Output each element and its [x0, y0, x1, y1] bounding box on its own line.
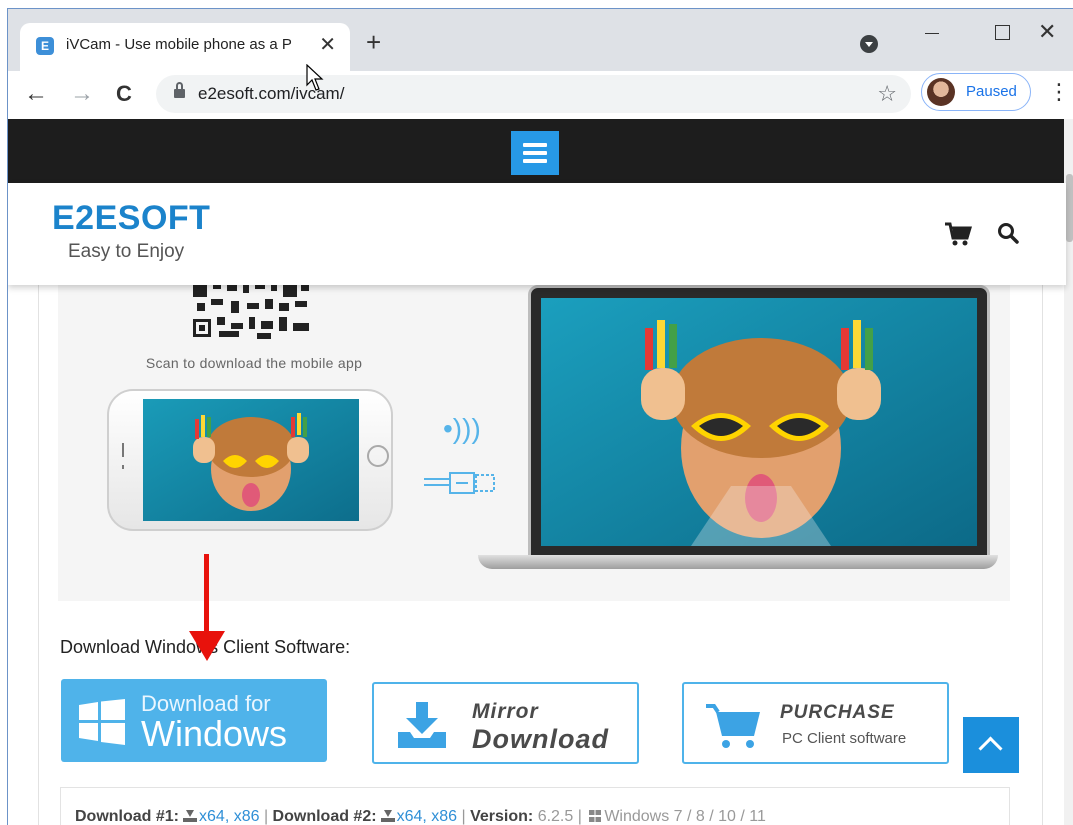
address-bar[interactable]: e2esoft.com/ivcam/ ☆: [156, 75, 911, 113]
mirror-line1: Mirror: [472, 700, 539, 723]
web-page: E2ESOFT Easy to Enjoy Scan to download t…: [8, 119, 1073, 825]
bookmark-star-icon[interactable]: ☆: [877, 81, 897, 107]
laptop-base: [478, 555, 998, 569]
purchase-button[interactable]: PURCHASE PC Client software: [682, 682, 949, 764]
avatar: [927, 78, 955, 106]
scan-instructions: Scan to download the mobile app: [145, 355, 363, 371]
e2esoft-favicon-icon: E: [36, 37, 54, 55]
hero-illustration: Scan to download the mobile app •))): [58, 273, 1010, 601]
download1-x86-link[interactable]: x86: [234, 808, 260, 825]
download-windows-line2: Windows: [141, 713, 288, 754]
child-photo-small: [143, 399, 359, 521]
phone-home-button-icon: [367, 445, 389, 467]
red-arrow-head-icon: [189, 631, 225, 661]
tab-close-icon[interactable]: ✕: [319, 34, 336, 56]
close-window-button[interactable]: ✕: [1038, 19, 1056, 45]
hamburger-menu-icon[interactable]: [511, 131, 559, 175]
browser-window: E iVCam - Use mobile phone as a P ✕ + ✕ …: [7, 8, 1073, 825]
download2-label: Download #2:: [272, 808, 377, 825]
scrollbar-thumb[interactable]: [1066, 174, 1073, 242]
mirror-download-button[interactable]: Mirror Download: [372, 682, 639, 764]
laptop-illustration: [478, 277, 998, 577]
windows-versions: Windows 7 / 8 / 10 / 11: [604, 808, 766, 825]
phone-illustration: [107, 389, 393, 531]
tab-search-icon[interactable]: [860, 35, 878, 53]
download2-x86-link[interactable]: x86: [431, 808, 457, 825]
search-icon[interactable]: [996, 221, 1020, 245]
usb-connection-icon: [424, 472, 495, 494]
site-top-bar: [8, 119, 1073, 183]
browser-menu-icon[interactable]: ⋮: [1048, 79, 1070, 105]
download-tray-icon: [398, 702, 446, 748]
wireless-signal-icon: •))): [443, 413, 481, 444]
red-arrow-annotation: [204, 554, 209, 639]
windows-logo-icon: [79, 699, 125, 745]
site-header: E2ESOFT Easy to Enjoy: [8, 183, 1066, 285]
lock-icon[interactable]: [174, 82, 185, 99]
windows-small-icon: [589, 810, 602, 822]
version-label: Version:: [470, 808, 534, 825]
profile-status: Paused: [966, 83, 1017, 100]
download-icon: [380, 810, 395, 822]
download1-x64-link[interactable]: x64: [199, 808, 225, 825]
new-tab-button[interactable]: +: [366, 29, 381, 55]
forward-arrow-icon[interactable]: →: [70, 81, 94, 107]
site-tagline: Easy to Enjoy: [68, 241, 185, 262]
browser-tab[interactable]: E iVCam - Use mobile phone as a P ✕: [20, 23, 350, 71]
download2-x64-link[interactable]: x64: [397, 808, 423, 825]
download-icon: [183, 810, 198, 822]
child-photo-large: [541, 298, 977, 546]
profile-button[interactable]: Paused: [921, 73, 1031, 111]
cart-icon[interactable]: [944, 221, 972, 247]
mirror-line2: Download: [472, 724, 609, 754]
back-to-top-button[interactable]: [963, 717, 1019, 773]
download1-label: Download #1:: [75, 808, 180, 825]
tab-title: iVCam - Use mobile phone as a P: [66, 36, 292, 53]
purchase-line2: PC Client software: [782, 730, 907, 747]
download-windows-button[interactable]: Download for Windows: [61, 679, 327, 762]
tab-strip: E iVCam - Use mobile phone as a P ✕ + ✕: [8, 9, 1073, 71]
purchase-line1: PURCHASE: [780, 702, 895, 723]
download-info-text: Download #1: x64, x86 | Download #2: x64, …: [75, 808, 766, 825]
back-arrow-icon[interactable]: ←: [24, 81, 48, 107]
version-value: 6.2.5: [537, 808, 574, 825]
site-logo[interactable]: E2ESOFT: [52, 199, 210, 238]
reload-icon[interactable]: C: [116, 81, 132, 107]
maximize-button[interactable]: [983, 21, 1023, 45]
phone-side-button-icon: [122, 443, 124, 469]
minimize-button[interactable]: [913, 21, 953, 45]
mouse-cursor-icon: [306, 64, 324, 91]
browser-toolbar: ← → C e2esoft.com/ivcam/ ☆ Paused ⋮: [8, 71, 1073, 119]
download-info-bar: Download #1: x64, x86 | Download #2: x64, …: [60, 787, 1010, 825]
shopping-cart-icon: [706, 704, 760, 748]
